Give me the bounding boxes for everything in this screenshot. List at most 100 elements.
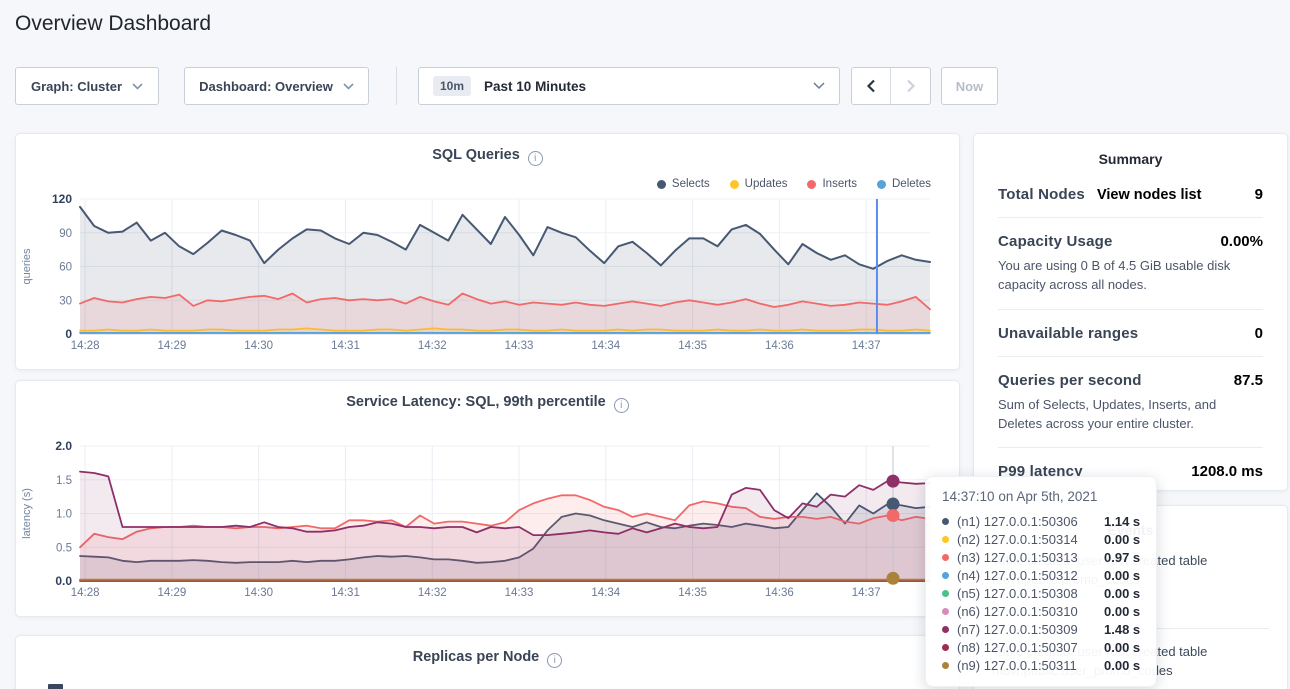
- legend-dot: [877, 180, 886, 189]
- legend-item-selects[interactable]: Selects: [657, 178, 710, 190]
- node-latency-value: 1.48 s: [1104, 622, 1140, 637]
- summary-row-total-nodes: Total Nodes View nodes list 9: [998, 171, 1263, 218]
- overview-dashboard-page: Overview Dashboard Graph: Cluster Dashbo…: [0, 0, 1290, 689]
- node-latency-value: 1.14 s: [1104, 514, 1140, 529]
- total-nodes-label: Total Nodes: [998, 186, 1085, 203]
- svg-text:14:30: 14:30: [244, 587, 273, 599]
- svg-text:1.5: 1.5: [56, 475, 72, 487]
- node-address: (n5) 127.0.0.1:50308: [957, 586, 1104, 601]
- view-nodes-list-link[interactable]: View nodes list: [1097, 187, 1202, 203]
- node-color-dot: [942, 662, 949, 669]
- controls-divider: [396, 67, 397, 105]
- now-button[interactable]: Now: [941, 67, 998, 105]
- legend-item-inserts[interactable]: Inserts: [807, 178, 857, 190]
- svg-text:latency (s): latency (s): [21, 488, 33, 539]
- legend-item-deletes[interactable]: Deletes: [877, 178, 931, 190]
- svg-text:14:29: 14:29: [157, 340, 186, 352]
- graph-dropdown[interactable]: Graph: Cluster: [15, 67, 159, 105]
- dashboard-dropdown[interactable]: Dashboard: Overview: [184, 67, 369, 105]
- tooltip-node-row: (n6) 127.0.0.1:503100.00 s: [942, 602, 1142, 620]
- legend-item-updates[interactable]: Updates: [730, 178, 788, 190]
- svg-text:14:37: 14:37: [852, 340, 881, 352]
- qps-desc: Sum of Selects, Updates, Inserts, and De…: [998, 396, 1263, 434]
- dashboard-dropdown-label: Dashboard: Overview: [199, 79, 333, 94]
- node-latency-value: 0.00 s: [1104, 640, 1140, 655]
- unavailable-ranges-label: Unavailable ranges: [998, 325, 1138, 342]
- tooltip-node-row: (n3) 127.0.0.1:503130.97 s: [942, 548, 1142, 566]
- capacity-usage-desc: You are using 0 B of 4.5 GiB usable disk…: [998, 257, 1263, 295]
- svg-text:14:37: 14:37: [852, 587, 881, 599]
- service-latency-chart[interactable]: 14:2814:2914:3014:3114:3214:3314:3414:35…: [16, 439, 959, 613]
- clipped-axis-label: [48, 684, 63, 689]
- node-latency-value: 0.00 s: [1104, 568, 1140, 583]
- node-color-dot: [942, 554, 949, 561]
- svg-text:0.5: 0.5: [56, 542, 72, 554]
- time-step-forward-button[interactable]: [891, 68, 930, 104]
- time-range-label: Past 10 Minutes: [484, 79, 813, 94]
- tooltip-rows: (n1) 127.0.0.1:503061.14 s(n2) 127.0.0.1…: [942, 512, 1142, 674]
- svg-text:14:29: 14:29: [157, 587, 186, 599]
- legend-dot: [730, 180, 739, 189]
- capacity-usage-label: Capacity Usage: [998, 233, 1113, 250]
- sql-queries-chart-title: SQL Queriesi: [16, 147, 959, 166]
- time-step-buttons: [851, 67, 931, 105]
- svg-text:14:28: 14:28: [71, 340, 100, 352]
- svg-text:14:32: 14:32: [418, 340, 447, 352]
- tooltip-node-row: (n9) 127.0.0.1:503110.00 s: [942, 656, 1142, 674]
- legend-label: Updates: [745, 178, 788, 190]
- qps-value: 87.5: [1234, 372, 1263, 389]
- legend-dot: [807, 180, 816, 189]
- total-nodes-value: 9: [1255, 186, 1263, 203]
- time-range-picker[interactable]: 10m Past 10 Minutes: [418, 67, 840, 105]
- tooltip-node-row: (n5) 127.0.0.1:503080.00 s: [942, 584, 1142, 602]
- svg-text:14:30: 14:30: [244, 340, 273, 352]
- service-latency-chart-panel: Service Latency: SQL, 99th percentilei 1…: [15, 380, 960, 617]
- node-color-dot: [942, 536, 949, 543]
- tooltip-node-row: (n7) 127.0.0.1:503091.48 s: [942, 620, 1142, 638]
- summary-title: Summary: [974, 134, 1287, 167]
- summary-row-capacity-usage: Capacity Usage 0.00% You are using 0 B o…: [998, 218, 1263, 310]
- node-color-dot: [942, 590, 949, 597]
- sql-legend: Selects Updates Inserts Deletes: [657, 178, 931, 190]
- chevron-down-icon: [813, 82, 825, 90]
- service-latency-chart-title: Service Latency: SQL, 99th percentilei: [16, 394, 959, 413]
- graph-dropdown-label: Graph: Cluster: [31, 79, 122, 94]
- sql-queries-chart[interactable]: 14:2814:2914:3014:3114:3214:3314:3414:35…: [16, 192, 959, 366]
- p99-latency-value: 1208.0 ms: [1191, 463, 1263, 480]
- node-address: (n2) 127.0.0.1:50314: [957, 532, 1104, 547]
- node-address: (n6) 127.0.0.1:50310: [957, 604, 1104, 619]
- tooltip-node-row: (n1) 127.0.0.1:503061.14 s: [942, 512, 1142, 530]
- time-step-back-button[interactable]: [852, 68, 891, 104]
- tooltip-node-row: (n8) 127.0.0.1:503070.00 s: [942, 638, 1142, 656]
- node-address: (n1) 127.0.0.1:50306: [957, 514, 1104, 529]
- node-latency-value: 0.00 s: [1104, 604, 1140, 619]
- node-latency-value: 0.00 s: [1104, 532, 1140, 547]
- svg-text:14:34: 14:34: [591, 587, 620, 599]
- tooltip-timestamp: 14:37:10 on Apr 5th, 2021: [942, 489, 1142, 504]
- info-icon[interactable]: i: [547, 653, 562, 668]
- svg-text:14:36: 14:36: [765, 587, 794, 599]
- replicas-per-node-chart-panel: Replicas per Nodei: [15, 635, 960, 689]
- node-color-dot: [942, 626, 949, 633]
- info-icon[interactable]: i: [528, 151, 543, 166]
- tooltip-node-row: (n2) 127.0.0.1:503140.00 s: [942, 530, 1142, 548]
- legend-label: Deletes: [892, 178, 931, 190]
- chevron-left-icon: [866, 79, 876, 93]
- legend-dot: [657, 180, 666, 189]
- node-latency-value: 0.97 s: [1104, 550, 1140, 565]
- svg-text:0.0: 0.0: [55, 574, 72, 588]
- node-address: (n3) 127.0.0.1:50313: [957, 550, 1104, 565]
- svg-text:30: 30: [59, 295, 72, 307]
- svg-text:0: 0: [65, 327, 72, 341]
- node-address: (n8) 127.0.0.1:50307: [957, 640, 1104, 655]
- svg-text:14:34: 14:34: [591, 340, 620, 352]
- chart-hover-tooltip: 14:37:10 on Apr 5th, 2021 (n1) 127.0.0.1…: [925, 476, 1157, 687]
- chevron-right-icon: [906, 79, 916, 93]
- node-address: (n4) 127.0.0.1:50312: [957, 568, 1104, 583]
- svg-text:14:36: 14:36: [765, 340, 794, 352]
- svg-text:14:33: 14:33: [505, 340, 534, 352]
- tooltip-node-row: (n4) 127.0.0.1:503120.00 s: [942, 566, 1142, 584]
- svg-text:90: 90: [59, 228, 72, 240]
- chevron-down-icon: [132, 83, 143, 90]
- info-icon[interactable]: i: [614, 398, 629, 413]
